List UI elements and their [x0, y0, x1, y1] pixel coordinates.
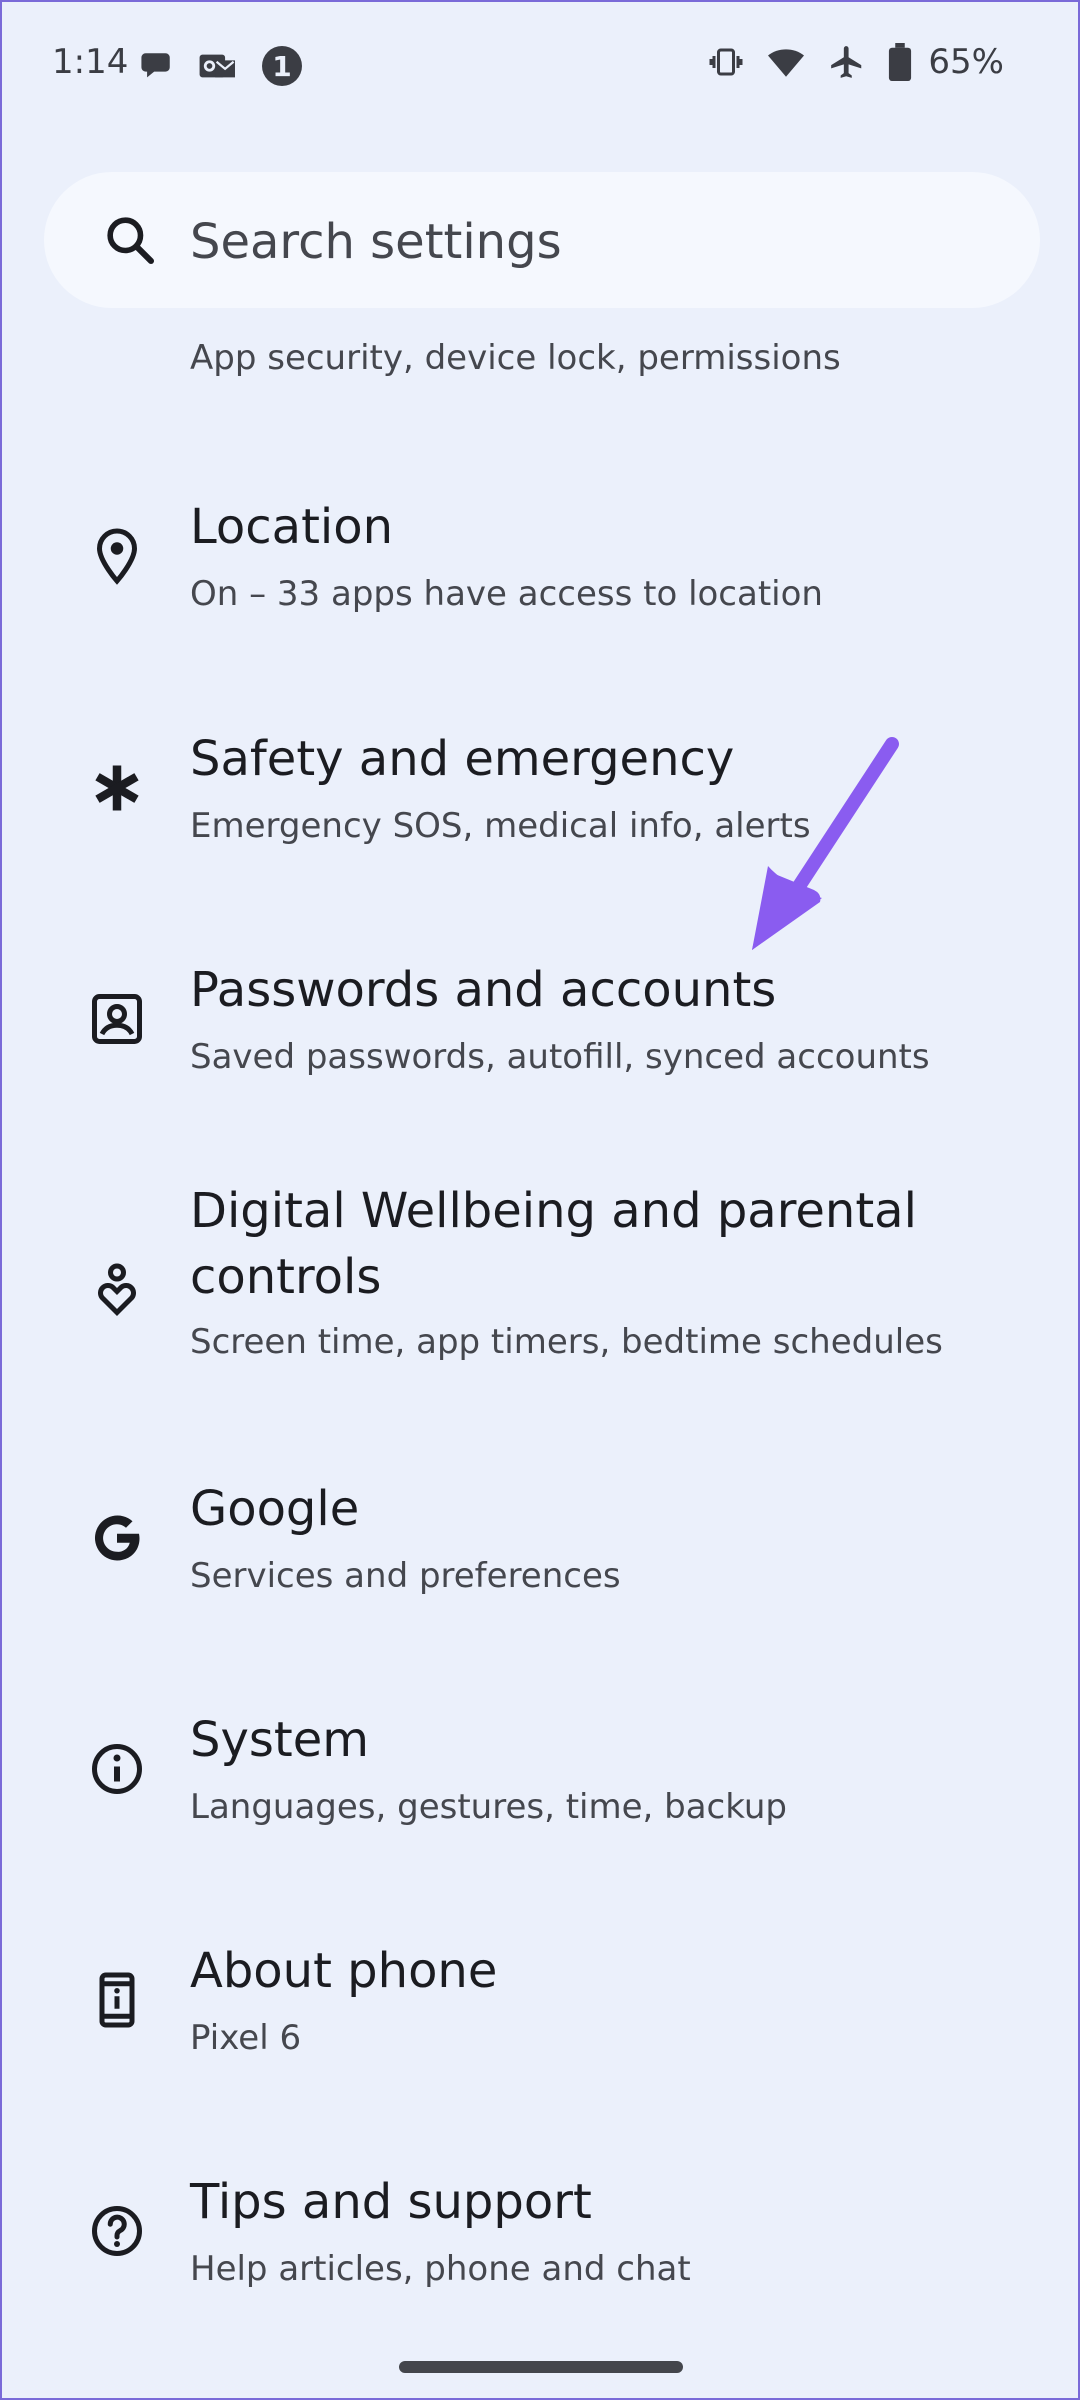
- item-title: Tips and support: [190, 2174, 592, 2230]
- item-summary: Saved passwords, autofill, synced accoun…: [190, 1037, 930, 1077]
- item-title: System: [190, 1712, 369, 1768]
- item-summary: Services and preferences: [190, 1556, 621, 1596]
- settings-item-digital-wellbeing[interactable]: Digital Wellbeing and parental controls …: [2, 1170, 1078, 1410]
- item-title: Location: [190, 499, 394, 555]
- chat-bubble-icon: [141, 53, 170, 78]
- battery-percent: 65%: [928, 42, 1004, 82]
- annotation-arrow-icon: [752, 737, 899, 950]
- status-bar: 1:14 1 65%: [2, 2, 1078, 132]
- settings-item-tips-and-support[interactable]: Tips and support Help articles, phone an…: [2, 2157, 1078, 2337]
- settings-item-about-phone[interactable]: About phone Pixel 6: [2, 1926, 1078, 2106]
- battery-icon: [889, 43, 912, 81]
- item-title: Passwords and accounts: [190, 962, 777, 1018]
- search-icon: [107, 217, 155, 265]
- system-status-icons: 65%: [708, 42, 1004, 82]
- item-title: About phone: [190, 1943, 498, 1999]
- notification-icons: 1: [140, 46, 302, 86]
- settings-item-system[interactable]: System Languages, gestures, time, backup: [2, 1695, 1078, 1875]
- item-summary: Screen time, app timers, bedtime schedul…: [190, 1322, 943, 1362]
- mail-icon: [199, 54, 235, 78]
- wellbeing-icon: [98, 1263, 136, 1317]
- item-summary: Help articles, phone and chat: [190, 2249, 691, 2289]
- item-title: Digital Wellbeing and parental controls: [190, 1183, 917, 1305]
- help-icon: [92, 2206, 142, 2256]
- settings-item-passwords-and-accounts[interactable]: Passwords and accounts Saved passwords, …: [2, 945, 1078, 1125]
- search-bar[interactable]: Search settings: [44, 172, 1040, 308]
- item-summary: Languages, gestures, time, backup: [190, 1787, 788, 1827]
- vibrate-icon: [709, 48, 743, 76]
- security-item-summary[interactable]: App security, device lock, permissions: [190, 338, 841, 378]
- settings-item-google[interactable]: Google Services and preferences: [2, 1464, 1078, 1644]
- settings-item-location[interactable]: Location On – 33 apps have access to loc…: [2, 482, 1078, 662]
- airplane-mode-icon: [831, 46, 862, 78]
- item-summary: Pixel 6: [190, 2018, 302, 2058]
- google-g-icon: [94, 1515, 140, 1561]
- info-icon: [92, 1744, 142, 1794]
- phone-info-icon: [99, 1972, 135, 2028]
- wifi-icon: [768, 49, 805, 77]
- badge-icon: 1: [262, 46, 302, 86]
- asterisk-icon: [95, 765, 139, 811]
- account-box-icon: [92, 994, 142, 1044]
- search-placeholder: Search settings: [190, 214, 562, 270]
- item-summary: Emergency SOS, medical info, alerts: [190, 806, 811, 846]
- home-gesture-bar[interactable]: [399, 2361, 683, 2373]
- location-pin-icon: [96, 528, 138, 585]
- badge-number: 1: [272, 49, 292, 83]
- status-time: 1:14: [52, 42, 129, 82]
- item-title: Google: [190, 1481, 360, 1537]
- item-summary: On – 33 apps have access to location: [190, 574, 823, 614]
